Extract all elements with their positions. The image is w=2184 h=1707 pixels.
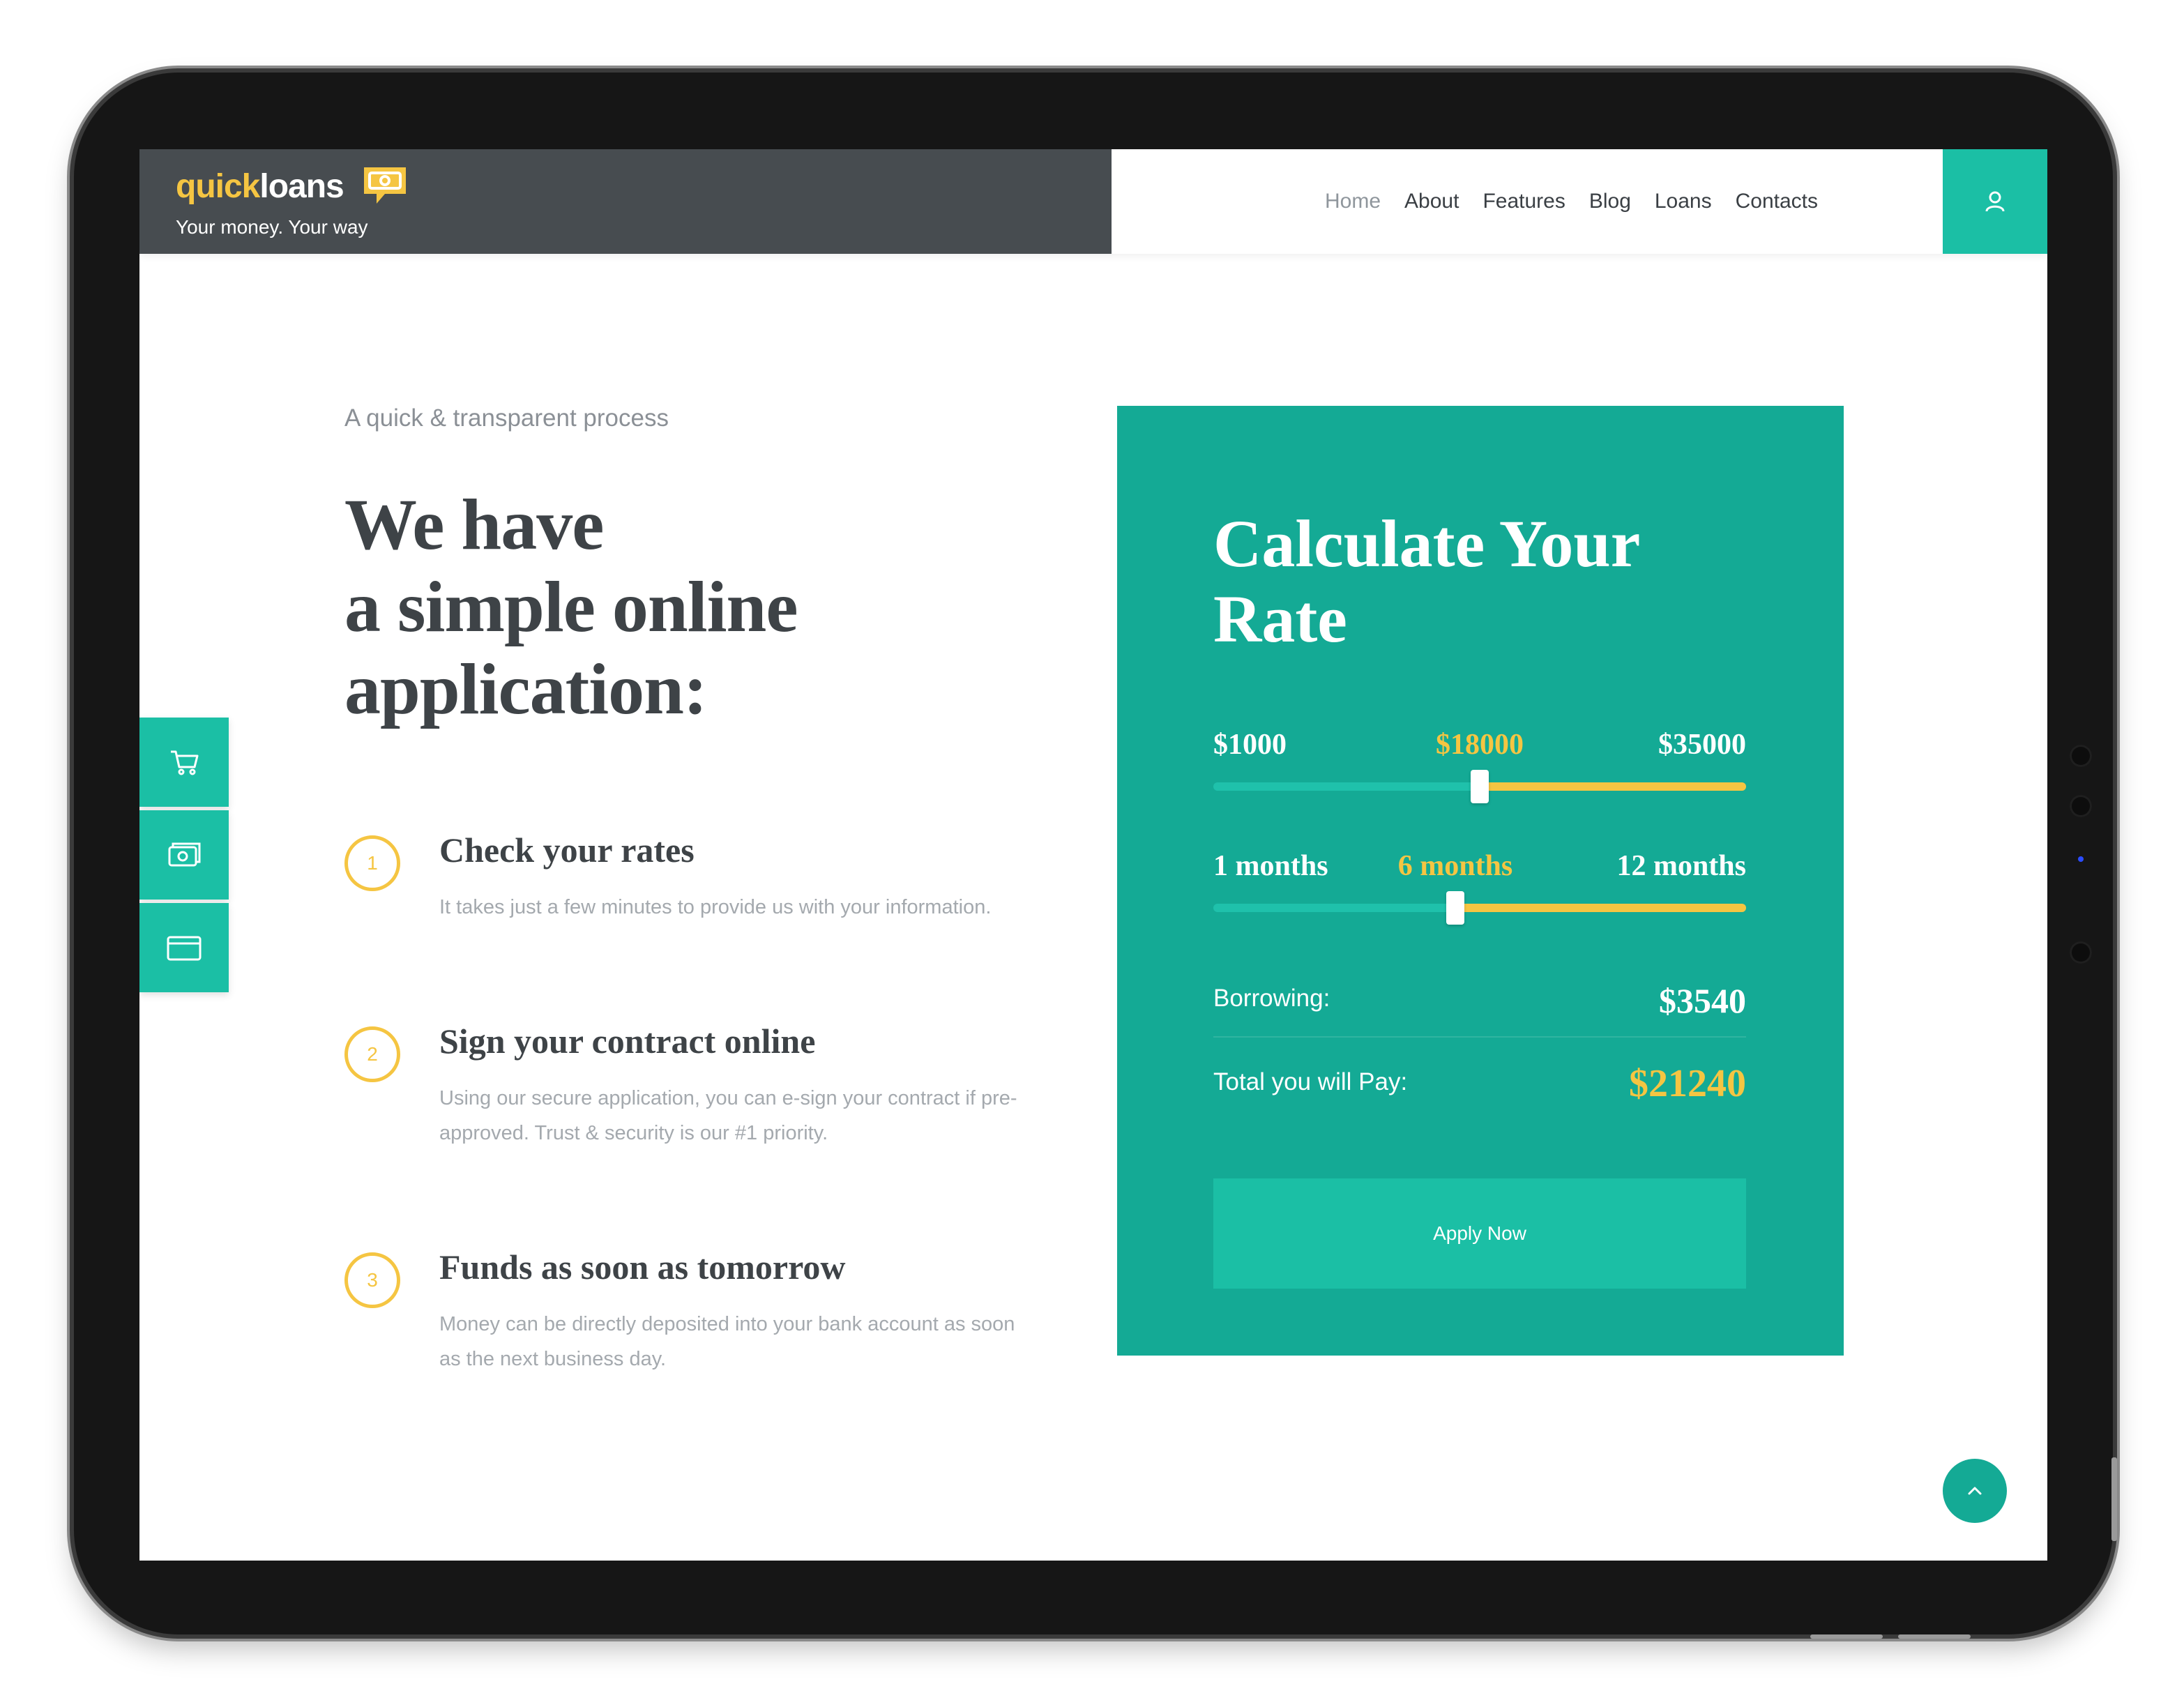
term-range-labels: 1 months 6 months 12 months bbox=[1213, 849, 1746, 891]
term-slider[interactable] bbox=[1213, 891, 1746, 925]
nav-features[interactable]: Features bbox=[1482, 190, 1565, 213]
step-number-badge: 2 bbox=[344, 1026, 400, 1082]
term-slider-thumb[interactable] bbox=[1446, 891, 1464, 925]
step-description: Money can be directly deposited into you… bbox=[439, 1313, 1015, 1370]
logo[interactable]: quickloans bbox=[176, 167, 406, 205]
total-label: Total you will Pay: bbox=[1213, 1068, 1408, 1095]
sensor-dot bbox=[2070, 795, 2092, 817]
side-tab-cart[interactable] bbox=[139, 718, 229, 807]
calculator-title: Calculate Your Rate bbox=[1213, 506, 1640, 657]
calculator-title-line: Calculate Your bbox=[1213, 506, 1641, 581]
step-description: It takes just a few minutes to provide u… bbox=[439, 896, 992, 918]
amount-slider-fill bbox=[1480, 782, 1746, 791]
term-slider-fill bbox=[1455, 904, 1746, 912]
nav-contacts[interactable]: Contacts bbox=[1736, 190, 1818, 213]
browser-viewport: quickloans Your money. Your way Home Abo… bbox=[139, 149, 2047, 1561]
amount-max-label: $35000 bbox=[1658, 729, 1746, 761]
amount-current-label: $18000 bbox=[1436, 729, 1524, 761]
total-value: $21240 bbox=[1629, 1062, 1746, 1105]
card-icon bbox=[167, 936, 202, 961]
hero-title-line: We have bbox=[344, 485, 604, 565]
money-eye-icon bbox=[364, 167, 406, 204]
result-divider bbox=[1213, 1036, 1746, 1038]
amount-range-labels: $1000 $18000 $35000 bbox=[1213, 728, 1746, 770]
side-tabs bbox=[139, 718, 229, 996]
money-icon bbox=[168, 842, 201, 867]
borrowing-label: Borrowing: bbox=[1213, 985, 1330, 1012]
step-number-badge: 3 bbox=[344, 1252, 400, 1308]
logo-text-quick: quick bbox=[176, 168, 260, 205]
sensor-dot bbox=[2070, 745, 2092, 767]
user-account-button[interactable] bbox=[1943, 149, 2047, 254]
nav-about[interactable]: About bbox=[1404, 190, 1459, 213]
amount-slider[interactable] bbox=[1213, 770, 1746, 803]
calculator-title-line: Rate bbox=[1213, 582, 1347, 656]
amount-slider-thumb[interactable] bbox=[1471, 770, 1489, 803]
nav-blog[interactable]: Blog bbox=[1589, 190, 1631, 213]
term-current-label: 6 months bbox=[1397, 850, 1513, 882]
tablet-bottom-button bbox=[1810, 1634, 1883, 1639]
hero-title-line: application: bbox=[344, 649, 708, 729]
term-max-label: 12 months bbox=[1616, 850, 1746, 882]
nav-loans[interactable]: Loans bbox=[1655, 190, 1712, 213]
step-title: Sign your contract online bbox=[439, 1022, 816, 1061]
scroll-to-top-button[interactable] bbox=[1943, 1459, 2007, 1523]
hero-title: We have a simple online application: bbox=[344, 484, 798, 731]
step-number-badge: 1 bbox=[344, 835, 400, 891]
sensor-dot bbox=[2070, 941, 2092, 964]
site-header: quickloans Your money. Your way Home Abo… bbox=[139, 149, 2047, 254]
brand-area: quickloans Your money. Your way bbox=[139, 149, 1112, 254]
rate-calculator: Calculate Your Rate $1000 $18000 $35000 … bbox=[1117, 406, 1844, 1356]
section-kicker: A quick & transparent process bbox=[344, 404, 669, 432]
amount-min-label: $1000 bbox=[1213, 729, 1287, 761]
hero-title-line: a simple online bbox=[344, 567, 798, 647]
side-tab-card[interactable] bbox=[139, 903, 229, 992]
tablet-side-button bbox=[2111, 1457, 2117, 1541]
side-tab-money[interactable] bbox=[139, 810, 229, 900]
nav-home[interactable]: Home bbox=[1325, 190, 1381, 213]
camera-led bbox=[2078, 856, 2084, 862]
step-description: Using our secure application, you can e-… bbox=[439, 1087, 1017, 1144]
step-title: Check your rates bbox=[439, 830, 695, 870]
main-nav: Home About Features Blog Loans Contacts bbox=[1325, 149, 1818, 254]
step-title: Funds as soon as tomorrow bbox=[439, 1247, 846, 1287]
user-icon bbox=[1985, 191, 2005, 212]
tablet-bottom-button bbox=[1898, 1634, 1971, 1639]
tagline: Your money. Your way bbox=[176, 216, 368, 238]
borrowing-value: $3540 bbox=[1659, 981, 1746, 1020]
apply-now-button[interactable]: Apply Now bbox=[1213, 1178, 1746, 1289]
term-min-label: 1 months bbox=[1213, 850, 1328, 882]
logo-text-loans: loans bbox=[259, 168, 344, 205]
cart-icon bbox=[171, 750, 199, 775]
chevron-up-icon bbox=[1968, 1487, 1982, 1495]
